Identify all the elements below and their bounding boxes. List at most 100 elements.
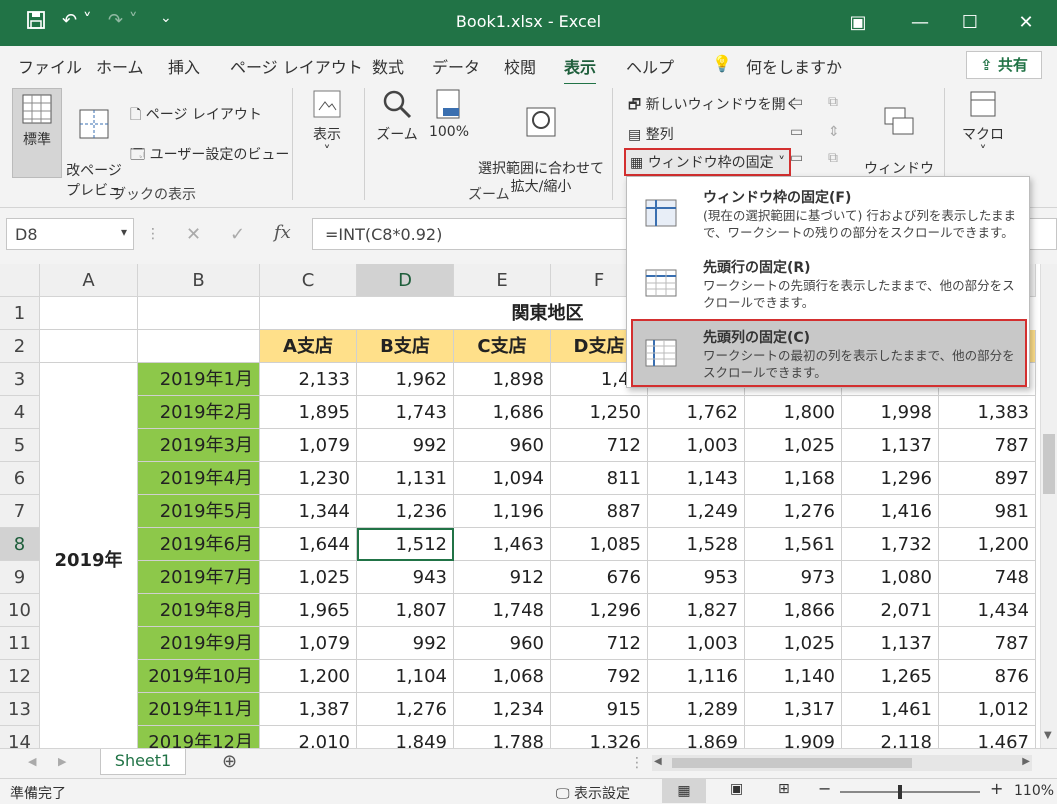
month-cell[interactable]: 2019年5月 <box>138 495 260 528</box>
value-cell[interactable]: 1,909 <box>745 726 842 748</box>
value-cell[interactable]: 2,118 <box>842 726 939 748</box>
macros-button[interactable]: マクロ ˅ <box>956 88 1010 160</box>
value-cell[interactable]: 1,265 <box>842 660 939 693</box>
tab-home[interactable]: ホーム <box>96 54 144 78</box>
value-cell[interactable]: 1,131 <box>357 462 454 495</box>
page-break-icon[interactable]: ⊞ <box>778 781 790 797</box>
value-cell[interactable]: 1,434 <box>939 594 1036 627</box>
scroll-left-icon[interactable]: ◀ <box>654 756 662 767</box>
restore-icon[interactable]: ▣ <box>838 8 878 38</box>
value-cell[interactable]: 1,250 <box>551 396 648 429</box>
zoom-in-icon[interactable]: + <box>990 779 1003 798</box>
store-header[interactable]: B支店 <box>357 330 454 363</box>
month-cell[interactable]: 2019年12月 <box>138 726 260 748</box>
freeze-panes-button[interactable]: ▦ ウィンドウ枠の固定 ˅ <box>623 148 792 176</box>
value-cell[interactable]: 1,289 <box>648 693 745 726</box>
column-header-a[interactable]: A <box>40 264 138 297</box>
row-header-6[interactable]: 6 <box>0 462 40 495</box>
horizontal-scrollbar[interactable]: ◀ ▶ <box>652 755 1032 771</box>
tab-view[interactable]: 表示 <box>564 54 597 86</box>
value-cell[interactable]: 1,012 <box>939 693 1036 726</box>
value-cell[interactable]: 876 <box>939 660 1036 693</box>
value-cell[interactable]: 1,025 <box>745 429 842 462</box>
month-cell[interactable]: 2019年8月 <box>138 594 260 627</box>
active-cell[interactable]: 1,512 <box>357 528 454 561</box>
value-cell[interactable]: 1,085 <box>551 528 648 561</box>
value-cell[interactable]: 1,079 <box>260 627 357 660</box>
value-cell[interactable]: 1,140 <box>745 660 842 693</box>
value-cell[interactable]: 1,230 <box>260 462 357 495</box>
month-cell[interactable]: 2019年11月 <box>138 693 260 726</box>
row-header-3[interactable]: 3 <box>0 363 40 396</box>
month-cell[interactable]: 2019年3月 <box>138 429 260 462</box>
value-cell[interactable]: 960 <box>454 429 551 462</box>
value-cell[interactable]: 943 <box>357 561 454 594</box>
add-sheet-icon[interactable]: ⊕ <box>222 751 237 772</box>
value-cell[interactable]: 960 <box>454 627 551 660</box>
close-icon[interactable]: ✕ <box>1006 8 1046 38</box>
row-header-8[interactable]: 8 <box>0 528 40 561</box>
new-window-button[interactable]: 🗗 新しいウィンドウを開く <box>628 94 800 118</box>
tab-insert[interactable]: 挿入 <box>168 54 200 78</box>
row-header-11[interactable]: 11 <box>0 627 40 660</box>
value-cell[interactable]: 1,898 <box>454 363 551 396</box>
row-header-1[interactable]: 1 <box>0 297 40 330</box>
share-button[interactable]: ⇪ 共有 <box>966 51 1042 79</box>
page-layout-icon[interactable]: ▣ <box>730 781 743 797</box>
custom-views-button[interactable]: 🗔 ユーザー設定のビュー <box>130 144 289 168</box>
chevron-down-icon[interactable]: ▾ <box>121 225 127 239</box>
value-cell[interactable]: 2,133 <box>260 363 357 396</box>
column-header-d[interactable]: D <box>357 264 454 297</box>
value-cell[interactable]: 973 <box>745 561 842 594</box>
value-cell[interactable]: 981 <box>939 495 1036 528</box>
value-cell[interactable]: 1,276 <box>745 495 842 528</box>
scroll-right-icon[interactable]: ▶ <box>1022 756 1030 767</box>
store-header[interactable]: C支店 <box>454 330 551 363</box>
value-cell[interactable]: 792 <box>551 660 648 693</box>
value-cell[interactable]: 1,383 <box>939 396 1036 429</box>
column-header-b[interactable]: B <box>138 264 260 297</box>
value-cell[interactable]: 1,116 <box>648 660 745 693</box>
cell[interactable] <box>138 330 260 363</box>
split-icon[interactable]: ▭ <box>790 94 803 110</box>
tab-review[interactable]: 校閲 <box>504 54 536 78</box>
page-layout-view-button[interactable]: 🗋 ページ レイアウト <box>130 104 262 128</box>
row-header-10[interactable]: 10 <box>0 594 40 627</box>
value-cell[interactable]: 953 <box>648 561 745 594</box>
name-box[interactable]: D8 ▾ <box>6 218 134 250</box>
value-cell[interactable]: 915 <box>551 693 648 726</box>
scroll-right-icon[interactable]: ▶ <box>58 755 66 768</box>
scroll-thumb[interactable] <box>672 758 912 768</box>
value-cell[interactable]: 787 <box>939 627 1036 660</box>
value-cell[interactable]: 712 <box>551 627 648 660</box>
value-cell[interactable]: 1,732 <box>842 528 939 561</box>
value-cell[interactable]: 1,296 <box>842 462 939 495</box>
value-cell[interactable]: 2,010 <box>260 726 357 748</box>
value-cell[interactable]: 1,079 <box>260 429 357 462</box>
row-header-9[interactable]: 9 <box>0 561 40 594</box>
value-cell[interactable]: 1,200 <box>260 660 357 693</box>
value-cell[interactable]: 1,236 <box>357 495 454 528</box>
cell[interactable] <box>138 297 260 330</box>
row-header-5[interactable]: 5 <box>0 429 40 462</box>
value-cell[interactable]: 992 <box>357 429 454 462</box>
value-cell[interactable]: 1,326 <box>551 726 648 748</box>
value-cell[interactable]: 1,025 <box>745 627 842 660</box>
value-cell[interactable]: 787 <box>939 429 1036 462</box>
value-cell[interactable]: 1,317 <box>745 693 842 726</box>
value-cell[interactable]: 1,827 <box>648 594 745 627</box>
value-cell[interactable]: 1,249 <box>648 495 745 528</box>
value-cell[interactable]: 1,068 <box>454 660 551 693</box>
value-cell[interactable]: 1,025 <box>260 561 357 594</box>
sync-scroll-icon[interactable]: ⇕ <box>828 124 840 140</box>
value-cell[interactable]: 1,416 <box>842 495 939 528</box>
scroll-down-icon[interactable]: ▼ <box>1044 730 1052 741</box>
value-cell[interactable]: 1,895 <box>260 396 357 429</box>
normal-view-button[interactable]: 標準 <box>12 88 62 178</box>
month-cell[interactable]: 2019年6月 <box>138 528 260 561</box>
sheet-tab[interactable]: Sheet1 <box>100 749 186 775</box>
month-cell[interactable]: 2019年7月 <box>138 561 260 594</box>
value-cell[interactable]: 887 <box>551 495 648 528</box>
value-cell[interactable]: 1,467 <box>939 726 1036 748</box>
vertical-scrollbar[interactable]: ▼ <box>1040 264 1057 748</box>
